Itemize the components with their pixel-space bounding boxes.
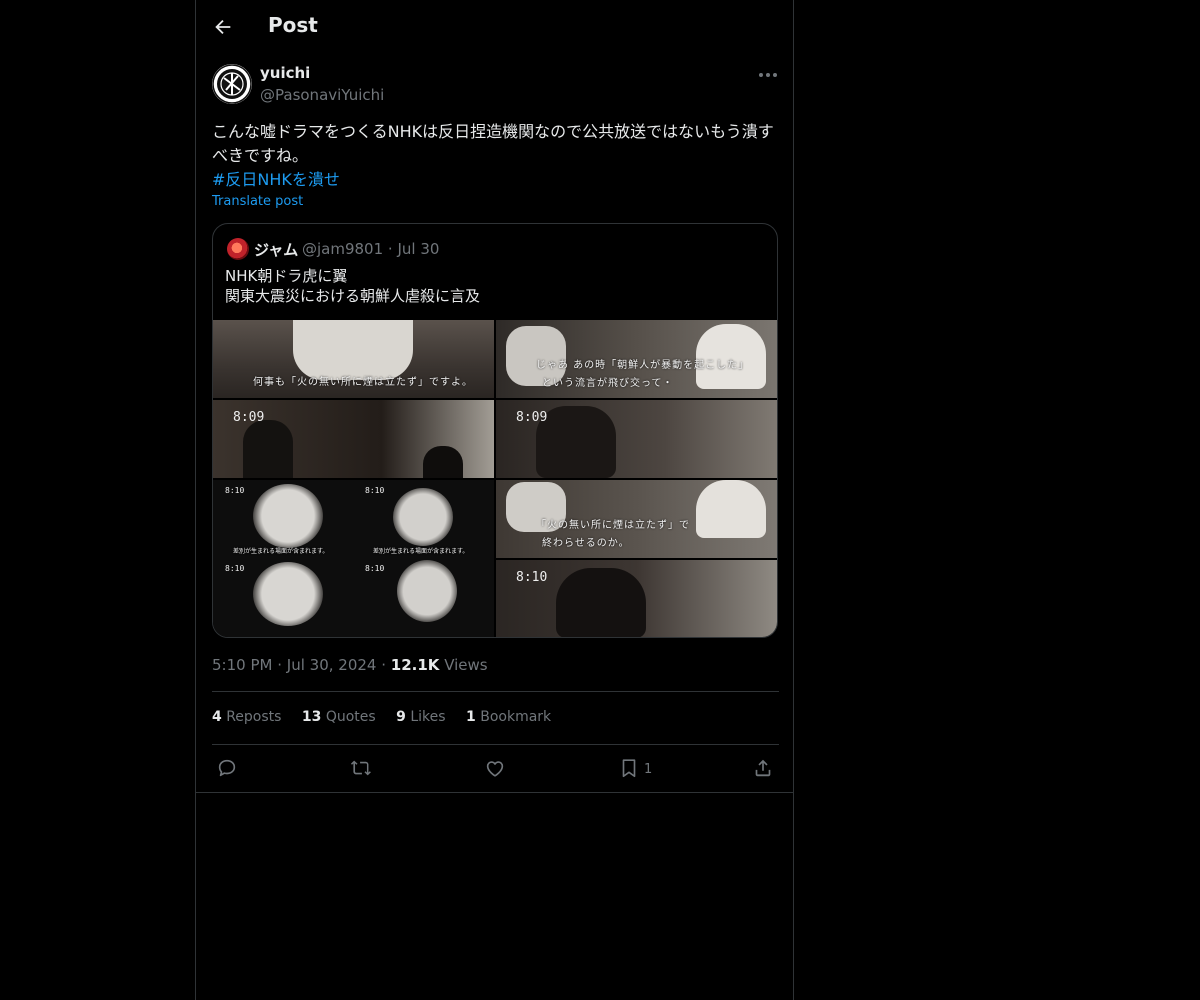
like-icon[interactable] [484,757,508,781]
video-frame: 8:10 8:10 8:10 8:10 差別が生まれる場面が含まれます。 差別が… [213,480,494,637]
video-frame: 8:09 [213,400,494,478]
likes-stat[interactable]: 9 Likes [396,709,445,725]
post-time[interactable]: 5:10 PM [212,656,272,674]
reposts-stat[interactable]: 4 Reposts [212,709,281,725]
quote-author-name: ジャム [254,241,299,259]
video-timestamp: 8:09 [233,410,265,425]
post-column: Post yuichi @PasonaviYuichi こんな嘘ドラマをつくるN… [195,0,794,1000]
quote-avatar [227,238,249,260]
quote-author-meta: @jam9801 · Jul 30 [302,240,440,258]
quotes-stat[interactable]: 13 Quotes [302,709,376,725]
video-frame: 何事も「火の無い所に煙は立たず」ですよ。 [213,320,494,398]
divider [212,691,779,692]
video-frame: じゃあ あの時「朝鮮人が暴動を起こした」 という流言が飛び交って・ [496,320,777,398]
video-timestamp: 8:10 [365,486,385,495]
views-label: Views [444,656,488,674]
quote-text-line: NHK朝ドラ虎に翼 [225,267,348,285]
video-frame: 8:10 [496,560,777,637]
subtitle-text: 差別が生まれる場面が含まれます。 [373,548,469,555]
subtitle-text: 「火の無い所に煙は立たず」で [536,520,690,531]
back-arrow-icon[interactable] [212,16,234,38]
video-frame: 8:09 [496,400,777,478]
subtitle-text: 差別が生まれる場面が含まれます。 [233,548,329,555]
subtitle-text: 終わらせるのか。 [542,538,630,549]
video-timestamp: 8:10 [225,564,245,573]
post-text: こんな嘘ドラマをつくるNHKは反日捏造機関なので公共放送ではないもう潰すべきです… [212,122,774,165]
repost-icon[interactable] [350,757,374,781]
quote-media-grid[interactable]: 何事も「火の無い所に煙は立たず」ですよ。 じゃあ あの時「朝鮮人が暴動を起こした… [213,320,777,637]
subtitle-text: 何事も「火の無い所に煙は立たず」ですよ。 [253,377,473,388]
divider [196,792,793,793]
quoted-post[interactable]: ジャム @jam9801 · Jul 30 NHK朝ドラ虎に翼 関東大震災におけ… [212,223,778,638]
post-date[interactable]: Jul 30, 2024 [287,656,377,674]
video-timestamp: 8:10 [516,570,548,585]
page-title: Post [268,13,318,37]
post-timestamp: 5:10 PM · Jul 30, 2024 · 12.1K Views [212,656,488,674]
header: Post [196,0,793,54]
reply-icon[interactable] [216,757,240,781]
bookmarks-stat[interactable]: 1 Bookmark [466,709,551,725]
bookmark-count: 1 [644,762,653,777]
share-icon[interactable] [752,757,776,781]
avatar[interactable] [212,64,252,104]
subtitle-text: という流言が飛び交って・ [542,378,674,389]
translate-post-link[interactable]: Translate post [212,194,303,209]
subtitle-text: じゃあ あの時「朝鮮人が暴動を起こした」 [536,360,750,371]
more-icon[interactable] [756,64,780,86]
quote-text-line: 関東大震災における朝鮮人虐殺に言及 [225,287,481,305]
video-timestamp: 8:10 [365,564,385,573]
video-frame: 「火の無い所に煙は立たず」で 終わらせるのか。 [496,480,777,558]
video-timestamp: 8:09 [516,410,548,425]
views-count: 12.1K [390,656,440,674]
bookmark-icon[interactable] [618,757,642,781]
engagement-stats: 4 Reposts 13 Quotes 9 Likes 1 Bookmark [212,709,567,725]
hashtag-link[interactable]: #反日NHKを潰せ [212,168,340,192]
video-timestamp: 8:10 [225,486,245,495]
author-handle[interactable]: @PasonaviYuichi [260,86,384,104]
author-name[interactable]: yuichi [260,64,310,82]
divider [212,744,779,745]
